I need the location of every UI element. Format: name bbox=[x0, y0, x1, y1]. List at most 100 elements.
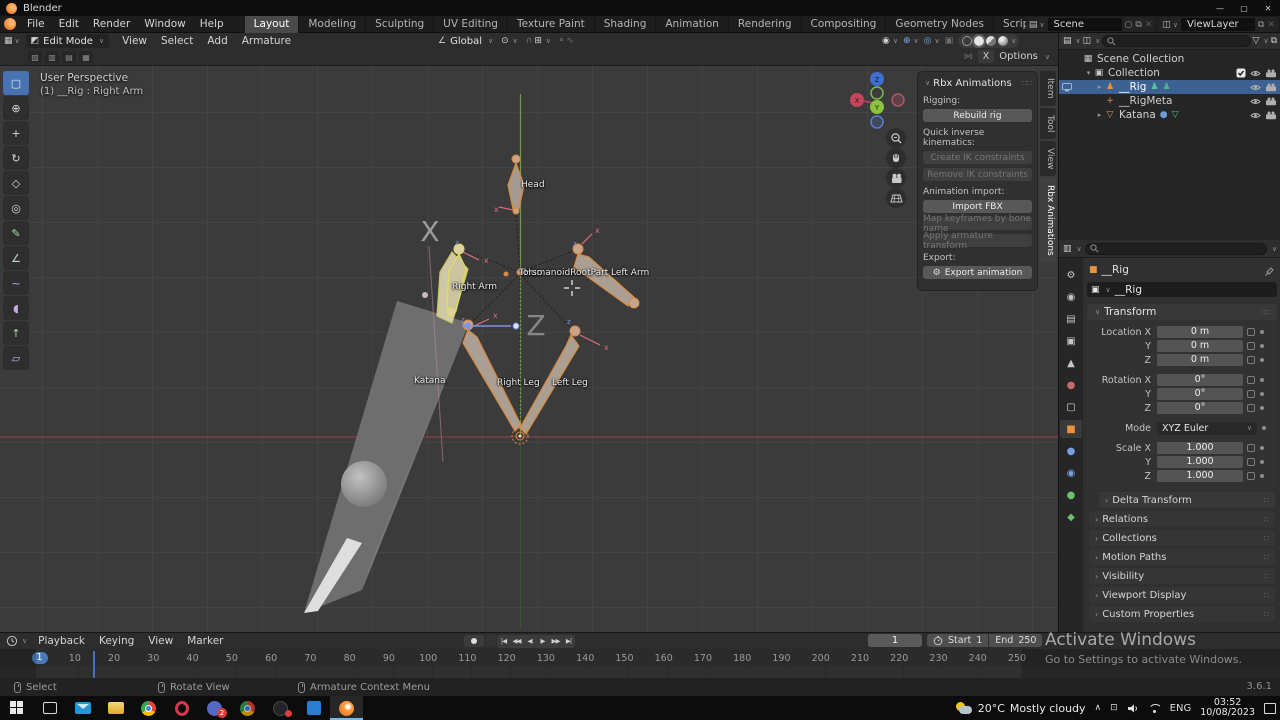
3d-viewport[interactable]: x x z x z bbox=[0, 66, 1058, 632]
frame-tick-30[interactable]: 30 bbox=[147, 653, 159, 664]
panel-delta-transform[interactable]: ›Delta Transform∷ bbox=[1099, 492, 1275, 508]
keyframe-dot-icon[interactable] bbox=[1262, 426, 1266, 430]
value-field[interactable]: 0° bbox=[1157, 388, 1243, 400]
mode-dropdown[interactable]: XYZ Euler∨ bbox=[1157, 422, 1257, 435]
scene-name-field[interactable]: Scene bbox=[1048, 18, 1122, 31]
timeline-menu-playback[interactable]: Playback bbox=[31, 633, 92, 650]
rebuild-rig-button[interactable]: Rebuild rig bbox=[923, 109, 1032, 122]
filter-type-icon[interactable]: ◫ bbox=[1083, 36, 1092, 46]
tool-measure[interactable]: ∠ bbox=[3, 246, 29, 270]
keyframe-dot-icon[interactable] bbox=[1260, 344, 1264, 348]
npanel-tab-tool[interactable]: Tool bbox=[1040, 108, 1056, 139]
properties-tab-tool[interactable]: ⚙ bbox=[1060, 266, 1082, 284]
tool-cursor[interactable]: ⊕ bbox=[3, 96, 29, 120]
value-field[interactable]: 0° bbox=[1157, 374, 1243, 386]
gizmo-y-negative[interactable] bbox=[871, 87, 883, 99]
keyframe-dot-icon[interactable] bbox=[1260, 446, 1264, 450]
torso-root-bone[interactable] bbox=[504, 269, 524, 277]
right-leg-bone[interactable]: x bbox=[463, 311, 521, 431]
keyframe-dot-icon[interactable] bbox=[1260, 378, 1264, 382]
panel-relations[interactable]: ›Relations∷ bbox=[1089, 511, 1275, 527]
play-button[interactable]: ▶ bbox=[536, 635, 549, 648]
frame-tick-150[interactable]: 150 bbox=[615, 653, 633, 664]
panel-motion-paths[interactable]: ›Motion Paths∷ bbox=[1089, 549, 1275, 565]
frame-tick-50[interactable]: 50 bbox=[226, 653, 238, 664]
frame-tick-190[interactable]: 190 bbox=[772, 653, 790, 664]
volume-icon[interactable] bbox=[1127, 703, 1139, 714]
falloff-curve-icon[interactable]: ∿ bbox=[566, 36, 574, 46]
weather-widget[interactable]: 20°C Mostly cloudy bbox=[955, 702, 1086, 715]
viewport-menu-armature[interactable]: Armature bbox=[235, 33, 298, 50]
workspace-tab-compositing[interactable]: Compositing bbox=[802, 16, 887, 33]
lock-icon[interactable] bbox=[1247, 356, 1255, 364]
camera-icon[interactable] bbox=[1265, 83, 1277, 92]
frame-tick-10[interactable]: 10 bbox=[69, 653, 81, 664]
head-bone[interactable]: x bbox=[494, 155, 524, 214]
frame-tick-140[interactable]: 140 bbox=[576, 653, 594, 664]
lock-icon[interactable] bbox=[1247, 376, 1255, 384]
eye-icon[interactable] bbox=[1250, 69, 1261, 78]
xray-toggle-icon[interactable]: ▣ bbox=[945, 36, 954, 46]
viewport-menu-add[interactable]: Add bbox=[200, 33, 234, 50]
menu-help[interactable]: Help bbox=[193, 16, 231, 33]
mail-app-icon[interactable] bbox=[66, 696, 99, 720]
eye-icon[interactable] bbox=[1250, 97, 1261, 106]
camera-view-button[interactable] bbox=[886, 168, 906, 188]
expand-arrow-icon[interactable]: ▾ bbox=[1084, 69, 1093, 77]
lock-icon[interactable] bbox=[1247, 390, 1255, 398]
timeline-menu-view[interactable]: View bbox=[141, 633, 180, 650]
jump-to-start-button[interactable]: |◀ bbox=[497, 635, 510, 648]
properties-tab-output[interactable]: ▤ bbox=[1060, 310, 1082, 328]
export-animation-button[interactable]: ⚙Export animation bbox=[923, 266, 1032, 279]
frame-tick-120[interactable]: 120 bbox=[498, 653, 516, 664]
properties-filter-icon[interactable]: ▥ bbox=[1063, 244, 1072, 254]
eye-icon[interactable] bbox=[1250, 83, 1261, 92]
start-frame-field[interactable]: Start 1 bbox=[927, 634, 988, 647]
delete-viewlayer-icon[interactable]: ✕ bbox=[1267, 20, 1275, 30]
panel-collections[interactable]: ›Collections∷ bbox=[1089, 530, 1275, 546]
jump-to-end-button[interactable]: ▶| bbox=[562, 635, 575, 648]
previous-keyframe-button[interactable]: ◀◀ bbox=[510, 635, 523, 648]
snap-magnet-icon[interactable]: ∩ bbox=[526, 36, 533, 46]
outliner-item-collection[interactable]: ▾▣Collection bbox=[1059, 66, 1280, 80]
properties-tab-physics[interactable]: ◉ bbox=[1060, 464, 1082, 482]
workspace-tab-texture-paint[interactable]: Texture Paint bbox=[508, 16, 595, 33]
close-button[interactable]: ✕ bbox=[1256, 0, 1280, 16]
properties-tab-collection[interactable]: ▢ bbox=[1060, 398, 1082, 416]
header-mini-icon[interactable]: ▨ bbox=[28, 51, 42, 63]
properties-tab-data[interactable]: ◆ bbox=[1060, 508, 1082, 526]
tool-select-box[interactable]: ▢ bbox=[3, 71, 29, 95]
value-field[interactable]: 0 m bbox=[1157, 326, 1243, 338]
timeline-menu-keying[interactable]: Keying bbox=[92, 633, 141, 650]
viewport-menu-view[interactable]: View bbox=[115, 33, 154, 50]
mirror-x-toggle[interactable]: X bbox=[978, 50, 995, 63]
wireframe-shading-icon[interactable] bbox=[962, 36, 972, 46]
play-backwards-button[interactable]: ◀ bbox=[523, 635, 536, 648]
katana-mesh[interactable] bbox=[304, 301, 469, 613]
frame-tick-90[interactable]: 90 bbox=[383, 653, 395, 664]
start-button[interactable] bbox=[0, 696, 33, 720]
frame-tick-220[interactable]: 220 bbox=[890, 653, 908, 664]
pin-icon[interactable] bbox=[1264, 265, 1275, 276]
panel-viewport-display[interactable]: ›Viewport Display∷ bbox=[1089, 587, 1275, 603]
frame-tick-40[interactable]: 40 bbox=[187, 653, 199, 664]
new-viewlayer-icon[interactable]: ⧉ bbox=[1258, 20, 1264, 30]
left-arm-bone[interactable]: x z bbox=[573, 226, 639, 308]
lock-icon[interactable] bbox=[1247, 444, 1255, 452]
outliner-item-scene-collection[interactable]: ▦Scene Collection bbox=[1059, 52, 1280, 66]
movies-app-icon[interactable] bbox=[297, 696, 330, 720]
minimize-button[interactable]: — bbox=[1208, 0, 1232, 16]
camera-icon[interactable] bbox=[1265, 69, 1277, 78]
properties-tab-object[interactable]: ■ bbox=[1060, 420, 1082, 438]
editor-type-button[interactable]: ▦∨ bbox=[0, 36, 24, 46]
material-preview-shading-icon[interactable] bbox=[986, 36, 996, 46]
panel-visibility[interactable]: ›Visibility∷ bbox=[1089, 568, 1275, 584]
chrome-profile-icon[interactable] bbox=[231, 696, 264, 720]
tray-expand-icon[interactable]: ∧ bbox=[1095, 703, 1102, 713]
chevron-down-icon[interactable]: ∨ bbox=[1272, 245, 1277, 253]
properties-tab-constraints[interactable]: ● bbox=[1060, 442, 1082, 460]
npanel-tab-view[interactable]: View bbox=[1040, 141, 1056, 176]
lock-icon[interactable] bbox=[1247, 404, 1255, 412]
value-field[interactable]: 0 m bbox=[1157, 354, 1243, 366]
frame-tick-240[interactable]: 240 bbox=[969, 653, 987, 664]
